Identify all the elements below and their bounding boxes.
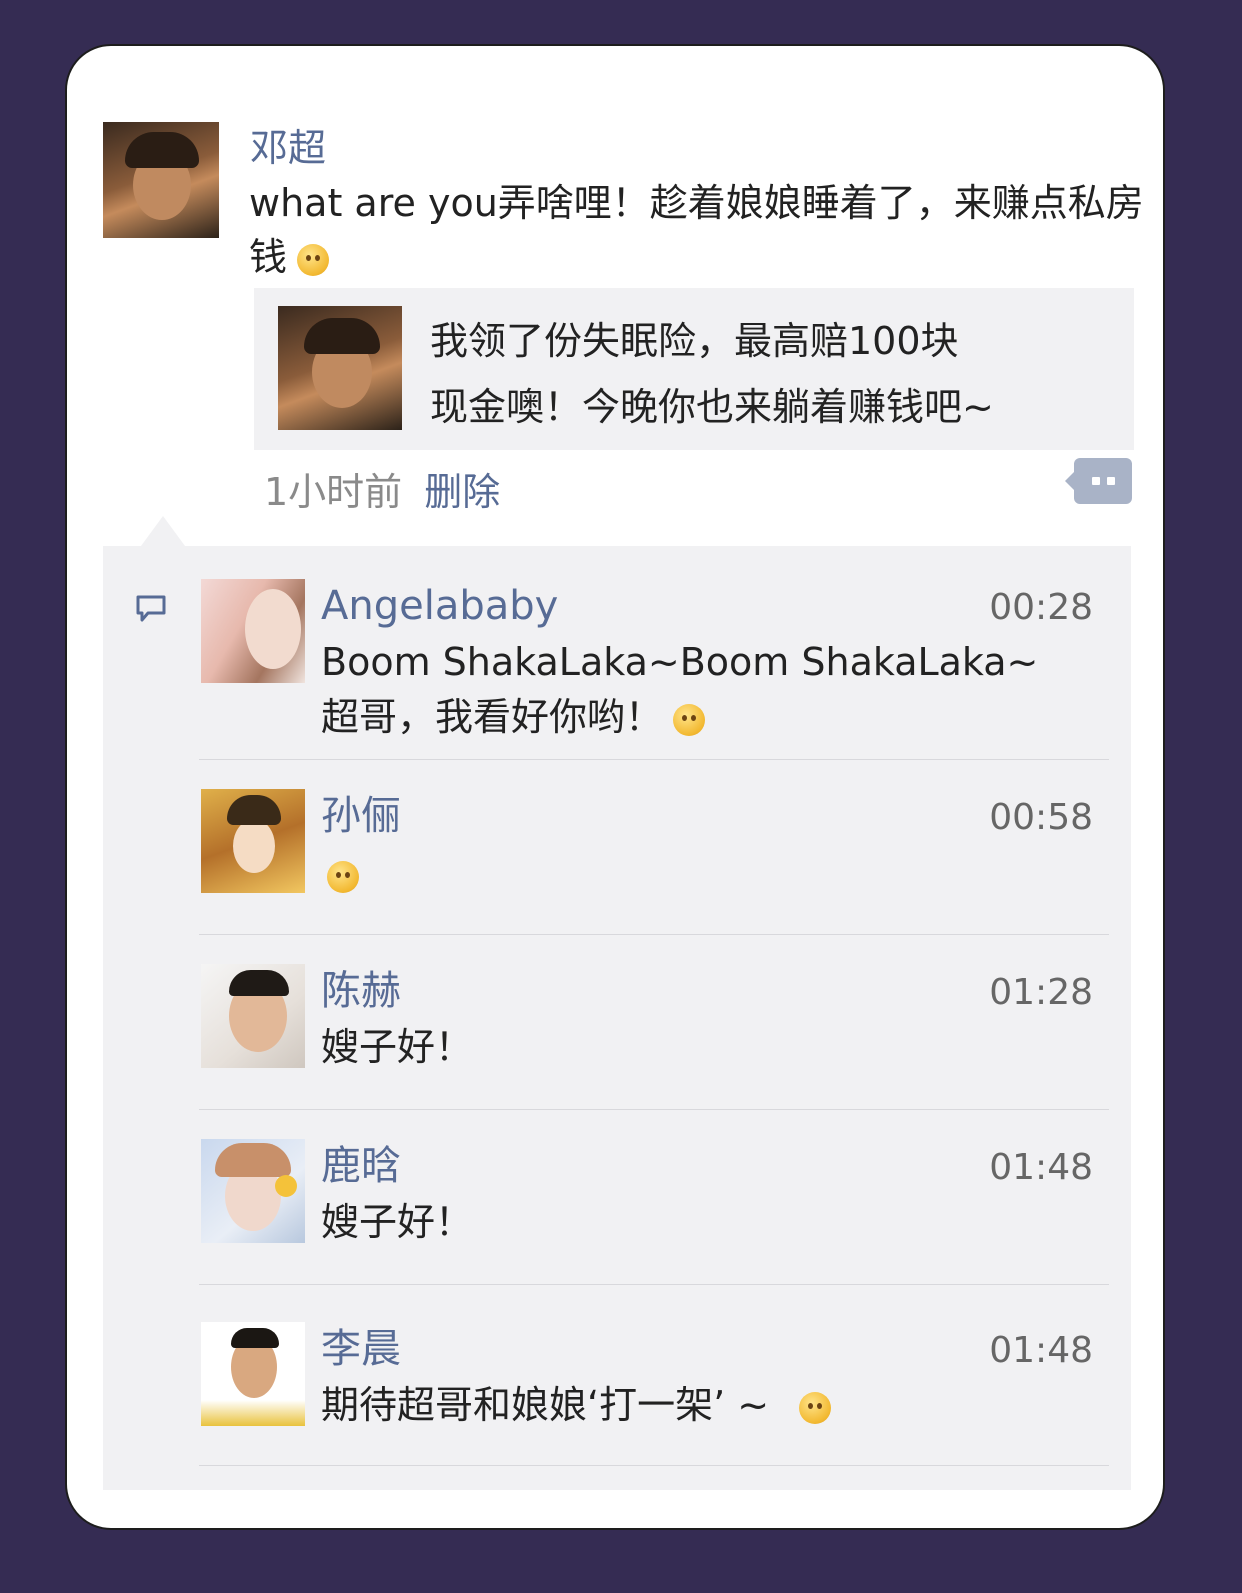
- dot-icon: [1092, 477, 1100, 485]
- smile-emoji-icon: [673, 703, 706, 736]
- post-text-content: what are you弄啥哩！趁着娘娘睡着了，来赚点私房钱: [249, 181, 1144, 279]
- commenter-name[interactable]: 孙俪: [321, 791, 401, 841]
- grin-emoji-icon: [799, 1391, 832, 1424]
- commenter-name[interactable]: 李晨: [321, 1324, 401, 1374]
- surprised-emoji-icon: [297, 243, 330, 276]
- post-text: what are you弄啥哩！趁着娘娘睡着了，来赚点私房钱: [249, 176, 1149, 284]
- comment-text: 嫂子好！: [321, 1020, 1081, 1075]
- comment-time: 00:28: [989, 587, 1093, 628]
- moment-card: 邓超 what are you弄啥哩！趁着娘娘睡着了，来赚点私房钱 我领了份失眠…: [65, 44, 1165, 1530]
- comment-time: 01:28: [989, 972, 1093, 1013]
- comment-item: 孙俪 00:58: [199, 789, 1109, 935]
- commenter-avatar[interactable]: [201, 1139, 305, 1243]
- post-author-avatar[interactable]: [103, 122, 219, 238]
- link-line-2: 现金噢！今晚你也来躺着赚钱吧~: [430, 385, 994, 429]
- commenter-avatar[interactable]: [201, 1322, 305, 1426]
- commenter-name[interactable]: 鹿晗: [321, 1141, 401, 1191]
- commenter-name[interactable]: 陈赫: [321, 966, 401, 1016]
- comment-text-line-2: 超哥，我看好你哟！: [321, 690, 1081, 745]
- comment-text: 嫂子好！: [321, 1195, 1081, 1250]
- commenter-avatar[interactable]: [201, 789, 305, 893]
- post-time: 1小时前: [264, 470, 403, 514]
- comment-item: 陈赫 01:28 嫂子好！: [199, 964, 1109, 1110]
- dot-icon: [1107, 477, 1115, 485]
- comment-item: 李晨 01:48 期待超哥和娘娘‘打一架’ ~: [199, 1322, 1109, 1466]
- link-line-1: 我领了份失眠险，最高赔100块: [430, 319, 959, 363]
- comment-text-line-1: Boom ShakaLaka~Boom ShakaLaka~: [321, 640, 1039, 684]
- comment-time: 01:48: [989, 1147, 1093, 1188]
- link-title: 我领了份失眠险，最高赔100块 现金噢！今晚你也来躺着赚钱吧~: [430, 308, 1110, 440]
- comment-text-line-1: 嫂子好！: [321, 1025, 474, 1069]
- comment-item: Angelababy 00:28 Boom ShakaLaka~Boom Sha…: [199, 579, 1109, 760]
- delete-button[interactable]: 删除: [424, 470, 500, 514]
- smile-emoji-icon: [327, 860, 359, 893]
- comment-text: Boom ShakaLaka~Boom ShakaLaka~ 超哥，我看好你哟！: [321, 635, 1081, 745]
- post-meta: 1小时前 删除: [264, 466, 500, 518]
- comment-text: 期待超哥和娘娘‘打一架’ ~: [321, 1378, 1081, 1433]
- comment-icon: [136, 595, 166, 622]
- commenter-avatar[interactable]: [201, 964, 305, 1068]
- post-author-name[interactable]: 邓超: [250, 124, 326, 172]
- comment-item: 鹿晗 01:48 嫂子好！: [199, 1139, 1109, 1285]
- comment-time: 01:48: [989, 1330, 1093, 1371]
- link-thumbnail: [278, 306, 402, 430]
- more-actions-button[interactable]: [1065, 458, 1132, 504]
- comment-text-line-2-content: 超哥，我看好你哟！: [321, 695, 664, 739]
- comment-text: [321, 847, 1081, 902]
- comment-time: 00:58: [989, 797, 1093, 838]
- comment-text-line-1: 嫂子好！: [321, 1200, 474, 1244]
- shared-link-card[interactable]: 我领了份失眠险，最高赔100块 现金噢！今晚你也来躺着赚钱吧~: [254, 288, 1134, 450]
- comment-section: Angelababy 00:28 Boom ShakaLaka~Boom Sha…: [103, 516, 1131, 1490]
- commenter-avatar[interactable]: [201, 579, 305, 683]
- commenter-name[interactable]: Angelababy: [321, 581, 558, 631]
- comment-text-line-1: 期待超哥和娘娘‘打一架’ ~: [321, 1383, 770, 1427]
